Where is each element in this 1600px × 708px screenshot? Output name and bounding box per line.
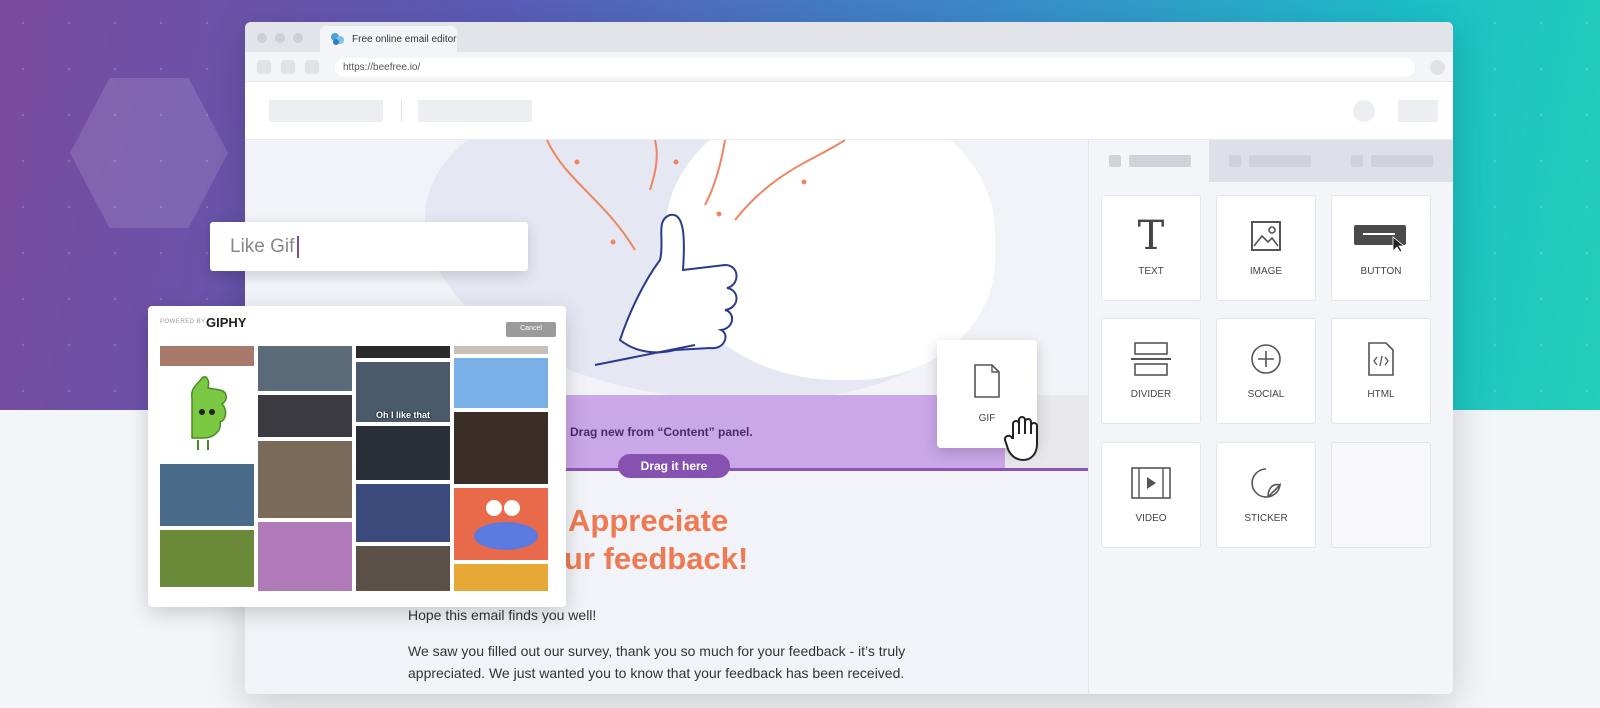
block-video[interactable]: VIDEO xyxy=(1101,442,1201,548)
toolbar-avatar[interactable] xyxy=(1353,100,1375,122)
gif-thumbnail[interactable] xyxy=(454,488,548,560)
powered-by-label: POWERED BY xyxy=(160,319,206,325)
gif-thumbnail[interactable] xyxy=(160,346,254,366)
gif-thumbnail[interactable] xyxy=(160,464,254,526)
block-label: SOCIAL xyxy=(1247,389,1285,400)
sticker-icon xyxy=(1217,463,1315,503)
block-text[interactable]: T TEXT xyxy=(1101,195,1201,301)
panel-tab-content[interactable] xyxy=(1089,140,1209,182)
editor-toolbar xyxy=(245,82,1453,140)
reload-button[interactable] xyxy=(305,60,319,74)
block-sticker[interactable]: STICKER xyxy=(1216,442,1316,548)
gif-thumbnail[interactable] xyxy=(356,426,450,480)
drag-it-here-pill[interactable]: Drag it here xyxy=(618,454,730,478)
grab-hand-cursor-icon xyxy=(1003,412,1049,467)
gif-thumbnail[interactable] xyxy=(258,346,352,391)
gif-thumbnail[interactable] xyxy=(454,564,548,591)
toolbar-placeholder-2[interactable] xyxy=(418,100,532,122)
gif-thumbnail[interactable] xyxy=(160,370,254,460)
browser-tab-bar: Free online email editor xyxy=(245,22,1453,52)
gif-search-value: Like Gif xyxy=(230,236,295,258)
text-caret xyxy=(297,236,300,258)
text-icon: T xyxy=(1137,213,1165,259)
email-body-text[interactable]: We saw you filled out our survey, thank … xyxy=(408,640,968,684)
content-panel: T TEXT IMAGE BUTTON DIVIDER SOCIAL HTML … xyxy=(1088,140,1453,694)
giphy-cancel-button[interactable]: Cancel xyxy=(506,322,556,337)
bee-logo-icon xyxy=(330,32,346,49)
divider-icon xyxy=(1102,339,1200,379)
block-image[interactable]: IMAGE xyxy=(1216,195,1316,301)
image-icon xyxy=(1217,216,1315,256)
gif-thumbnail[interactable] xyxy=(454,412,548,484)
window-maximize-dot[interactable] xyxy=(293,33,303,43)
browser-tab-title: Free online email editor xyxy=(352,34,457,45)
email-headline[interactable]: Appreciate our feedback! xyxy=(545,502,748,578)
browser-tab[interactable]: Free online email editor xyxy=(320,26,457,52)
block-label: VIDEO xyxy=(1135,513,1167,524)
gif-thumbnail[interactable] xyxy=(356,346,450,358)
giphy-picker: POWERED BY GIPHY Cancel Oh I like that xyxy=(148,306,566,607)
toolbar-placeholder-1[interactable] xyxy=(269,100,383,122)
block-social[interactable]: SOCIAL xyxy=(1216,318,1316,424)
window-close-dot[interactable] xyxy=(257,33,267,43)
block-divider[interactable]: DIVIDER xyxy=(1101,318,1201,424)
headline-line-1: Appreciate xyxy=(568,503,729,538)
back-button[interactable] xyxy=(257,60,271,74)
block-empty-slot xyxy=(1331,442,1431,548)
toolbar-action-button[interactable] xyxy=(1398,100,1438,122)
gif-thumbnail[interactable]: Oh I like that xyxy=(356,362,450,422)
block-label: BUTTON xyxy=(1360,266,1402,277)
gif-thumbnail[interactable] xyxy=(356,484,450,542)
panel-tab-settings[interactable] xyxy=(1331,140,1453,182)
address-bar: https://beefree.io/ xyxy=(245,52,1453,82)
social-icon xyxy=(1217,339,1315,379)
block-html[interactable]: HTML xyxy=(1331,318,1431,424)
gif-caption: Oh I like that xyxy=(375,410,430,420)
block-label: IMAGE xyxy=(1249,266,1283,277)
drop-zone-text: Drag new from “Content” panel. xyxy=(570,425,753,439)
giphy-logo: GIPHY xyxy=(206,315,247,330)
button-icon xyxy=(1332,216,1430,256)
panel-tab-rows[interactable] xyxy=(1209,140,1331,182)
gif-thumbnail[interactable] xyxy=(454,346,548,354)
window-minimize-dot[interactable] xyxy=(275,33,285,43)
block-label: HTML xyxy=(1367,389,1395,400)
block-label: DIVIDER xyxy=(1130,389,1172,400)
forward-button[interactable] xyxy=(281,60,295,74)
email-greeting[interactable]: Hope this email finds you well! xyxy=(408,607,596,623)
gif-thumbnail[interactable] xyxy=(258,395,352,437)
thumbs-up-illustration xyxy=(546,140,846,366)
gif-thumbnail[interactable] xyxy=(356,546,450,591)
gif-thumbnail[interactable] xyxy=(160,530,254,587)
gif-thumbnail[interactable] xyxy=(258,522,352,591)
browser-menu-button[interactable] xyxy=(1430,60,1445,75)
gif-thumbnail[interactable] xyxy=(258,441,352,518)
file-icon xyxy=(973,364,1001,403)
html-icon xyxy=(1332,339,1430,379)
gif-thumbnail[interactable] xyxy=(454,358,548,408)
headline-line-2: our feedback! xyxy=(545,541,749,576)
block-button[interactable]: BUTTON xyxy=(1331,195,1431,301)
gif-search-input[interactable]: Like Gif xyxy=(210,222,528,271)
toolbar-divider xyxy=(401,100,402,122)
block-label: STICKER xyxy=(1244,513,1288,524)
video-icon xyxy=(1102,463,1200,503)
block-label: TEXT xyxy=(1138,266,1164,277)
url-field[interactable]: https://beefree.io/ xyxy=(335,58,1415,77)
